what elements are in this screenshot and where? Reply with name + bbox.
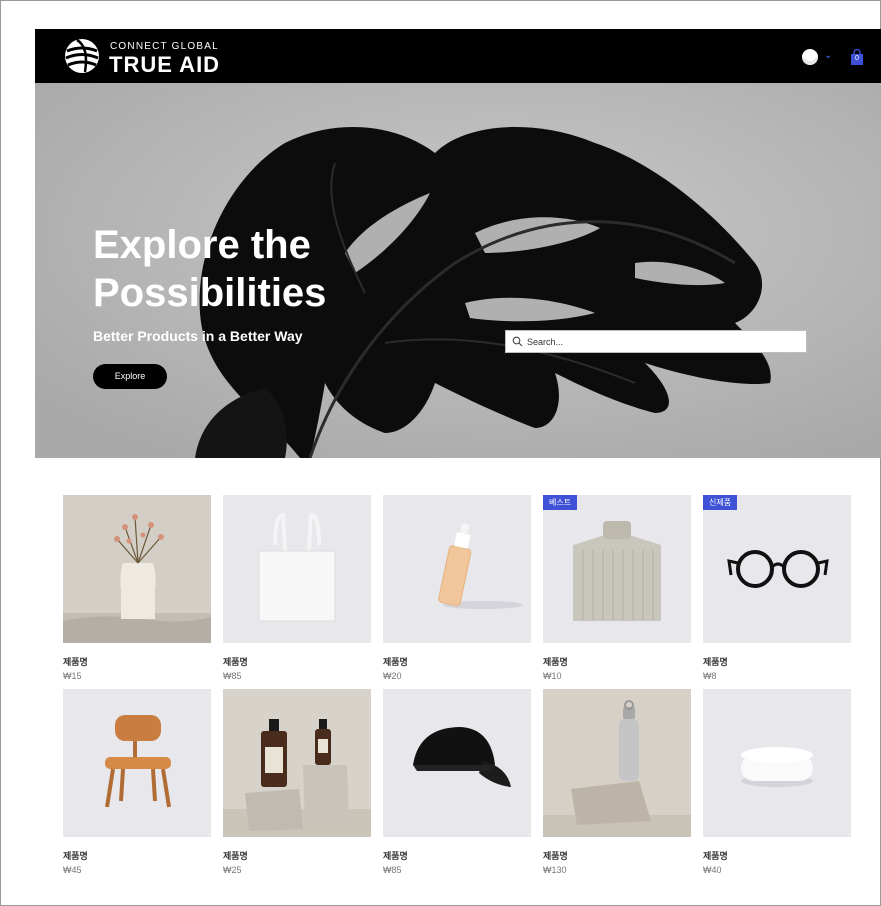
product-name[interactable]: 제품명: [543, 655, 691, 668]
product-price: ₩45: [63, 865, 82, 875]
product-image-tote[interactable]: [223, 495, 371, 643]
product-card[interactable]: 신제품 제품명 ₩8: [703, 495, 851, 681]
hero-subtitle: Better Products in a Better Way: [93, 328, 303, 344]
product-image-speaker[interactable]: [703, 689, 851, 837]
explore-button[interactable]: Explore: [93, 364, 167, 389]
language-selector[interactable]: ⌄: [802, 48, 836, 66]
product-card[interactable]: 제품명 ₩25: [223, 689, 371, 875]
hero-title: Explore the Possibilities: [93, 223, 327, 315]
product-image-water-bottle[interactable]: [543, 689, 691, 837]
product-image-serum[interactable]: [383, 495, 531, 643]
serum-bottle-image: [383, 495, 531, 643]
logo-tagline: CONNECT GLOBAL: [110, 41, 219, 52]
product-image-vase[interactable]: [63, 495, 211, 643]
product-image-cap[interactable]: [383, 689, 531, 837]
globe-logo-icon: [65, 38, 99, 73]
product-card[interactable]: 제품명 ₩40: [703, 689, 851, 875]
product-image-sweater[interactable]: 베스트: [543, 495, 691, 643]
vase-image: [63, 495, 211, 643]
eyeglasses-image: [703, 495, 851, 643]
product-name[interactable]: 제품명: [223, 849, 371, 862]
product-card[interactable]: 제품명 ₩20: [383, 495, 531, 681]
hero-banner: Explore the Possibilities Better Product…: [35, 83, 881, 458]
logo-wordmark: TRUE AID: [109, 52, 221, 77]
product-card[interactable]: 제품명 ₩85: [223, 495, 371, 681]
product-badge: 신제품: [703, 495, 738, 510]
product-name[interactable]: 제품명: [703, 655, 851, 668]
amber-bottles-image: [223, 689, 371, 837]
flag-icon: [802, 49, 818, 65]
wooden-chair-image: [63, 689, 211, 837]
page-frame: CONNECT GLOBAL TRUE AID ⌄ 0 Explore the …: [0, 0, 881, 906]
sweater-image: [543, 495, 691, 643]
product-badge: 베스트: [543, 495, 578, 510]
product-card[interactable]: 제품명 ₩45: [63, 689, 211, 875]
product-name[interactable]: 제품명: [383, 655, 531, 668]
search-box: [505, 330, 807, 353]
cart-button[interactable]: 0: [850, 48, 864, 65]
product-price: ₩10: [543, 671, 562, 681]
product-name[interactable]: 제품명: [543, 849, 691, 862]
product-image-chair[interactable]: [63, 689, 211, 837]
product-name[interactable]: 제품명: [63, 655, 211, 668]
product-card[interactable]: 제품명 ₩130: [543, 689, 691, 875]
water-bottle-image: [543, 689, 691, 837]
product-name[interactable]: 제품명: [63, 849, 211, 862]
product-card[interactable]: 베스트 제품명 ₩10: [543, 495, 691, 681]
product-price: ₩130: [543, 865, 567, 875]
search-input[interactable]: [527, 331, 797, 352]
product-price: ₩15: [63, 671, 82, 681]
site-header: CONNECT GLOBAL TRUE AID ⌄ 0: [35, 29, 881, 83]
logo[interactable]: CONNECT GLOBAL TRUE AID: [63, 37, 233, 77]
product-card[interactable]: 제품명 ₩85: [383, 689, 531, 875]
cart-count: 0: [855, 55, 859, 62]
product-price: ₩85: [223, 671, 242, 681]
baseball-cap-image: [383, 689, 531, 837]
chevron-down-icon: ⌄: [824, 50, 833, 61]
product-card[interactable]: 제품명 ₩15: [63, 495, 211, 681]
product-price: ₩40: [703, 865, 722, 875]
product-name[interactable]: 제품명: [383, 849, 531, 862]
product-name[interactable]: 제품명: [703, 849, 851, 862]
white-speaker-image: [703, 689, 851, 837]
product-image-bottles[interactable]: [223, 689, 371, 837]
product-price: ₩85: [383, 865, 402, 875]
product-price: ₩25: [223, 865, 242, 875]
tote-bag-image: [223, 495, 371, 643]
product-image-glasses[interactable]: 신제품: [703, 495, 851, 643]
product-name[interactable]: 제품명: [223, 655, 371, 668]
product-price: ₩8: [703, 671, 717, 681]
product-price: ₩20: [383, 671, 402, 681]
search-icon: [512, 336, 523, 347]
